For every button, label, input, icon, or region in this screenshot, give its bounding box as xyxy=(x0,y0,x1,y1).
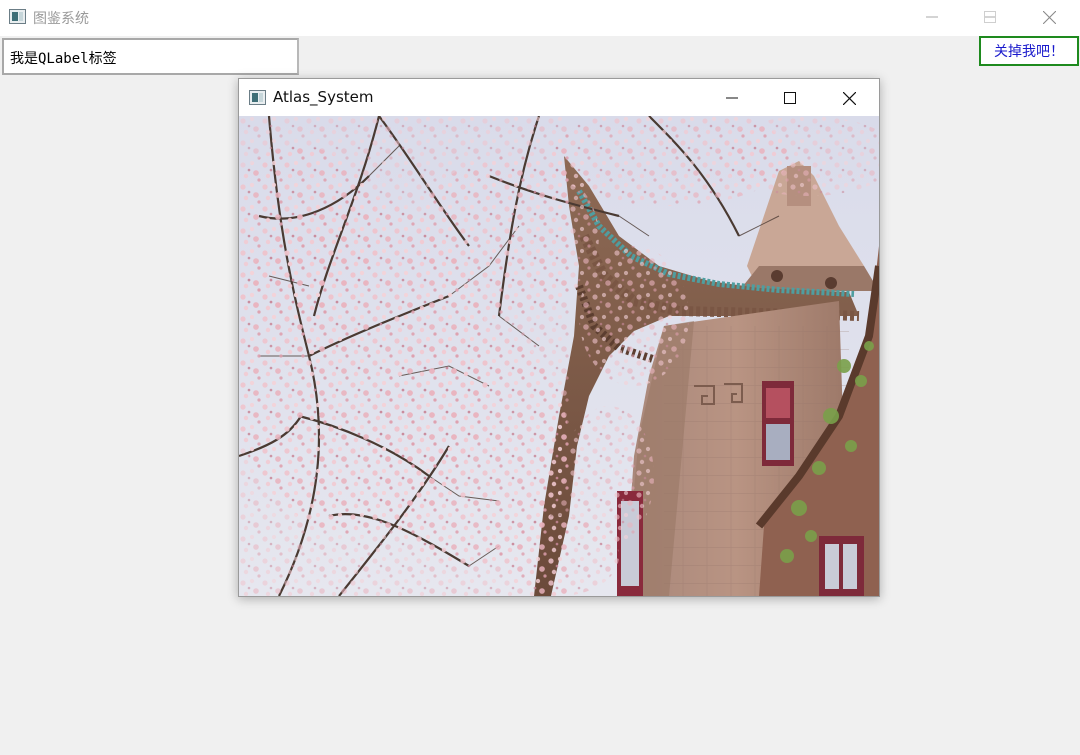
main-title-bar: 图鉴系统 xyxy=(0,0,1080,36)
child-minimize-button[interactable] xyxy=(703,81,761,115)
atlas-system-window: Atlas_System xyxy=(238,78,880,597)
child-maximize-button[interactable] xyxy=(761,81,819,115)
main-close-button[interactable] xyxy=(1020,0,1078,34)
main-maximize-button-area[interactable] xyxy=(961,0,1019,34)
close-icon xyxy=(1042,10,1056,24)
maximize-icon xyxy=(784,92,796,104)
qlabel-text: 我是QLabel标签 xyxy=(2,38,299,75)
child-window-title: Atlas_System xyxy=(273,88,374,106)
main-minimize-button-area[interactable] xyxy=(903,0,961,34)
app-window-icon xyxy=(9,9,26,24)
cherry-blossom-photo xyxy=(239,116,879,596)
minimize-icon xyxy=(726,97,738,99)
close-icon xyxy=(842,91,856,105)
child-title-bar: Atlas_System xyxy=(239,79,879,116)
close-me-button[interactable]: 关掉我吧！ xyxy=(979,36,1079,66)
maximize-icon xyxy=(984,11,996,23)
main-window-title: 图鉴系统 xyxy=(33,11,89,27)
app-window-icon xyxy=(249,90,266,105)
child-close-button[interactable] xyxy=(820,81,878,115)
minimize-icon xyxy=(926,16,938,18)
atlas-photo xyxy=(239,116,879,596)
